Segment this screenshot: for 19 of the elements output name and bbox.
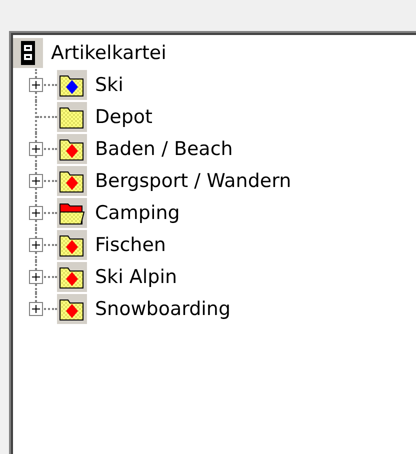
expand-icon[interactable] (29, 270, 43, 284)
expand-icon[interactable] (29, 142, 43, 156)
expand-icon[interactable] (29, 78, 43, 92)
tree-item[interactable]: Ski (95, 74, 124, 96)
expand-icon[interactable] (29, 238, 43, 252)
tree-item[interactable]: Baden / Beach (95, 138, 233, 160)
tree-item[interactable]: Depot (95, 106, 152, 128)
tree-item[interactable]: Snowboarding (95, 298, 231, 320)
file-cabinet-icon (13, 38, 43, 68)
expand-icon[interactable] (29, 206, 43, 220)
tree-root-label[interactable]: Artikelkartei (51, 42, 166, 64)
tree-item[interactable]: Ski Alpin (95, 266, 178, 288)
tree-item[interactable]: Fischen (95, 234, 166, 256)
expand-icon[interactable] (29, 302, 43, 316)
tree-item[interactable]: Bergsport / Wandern (95, 170, 292, 192)
open-folder-icon (57, 198, 87, 228)
folder-icon (57, 102, 87, 132)
tree-item[interactable]: Camping (95, 202, 180, 224)
expand-icon[interactable] (29, 174, 43, 188)
